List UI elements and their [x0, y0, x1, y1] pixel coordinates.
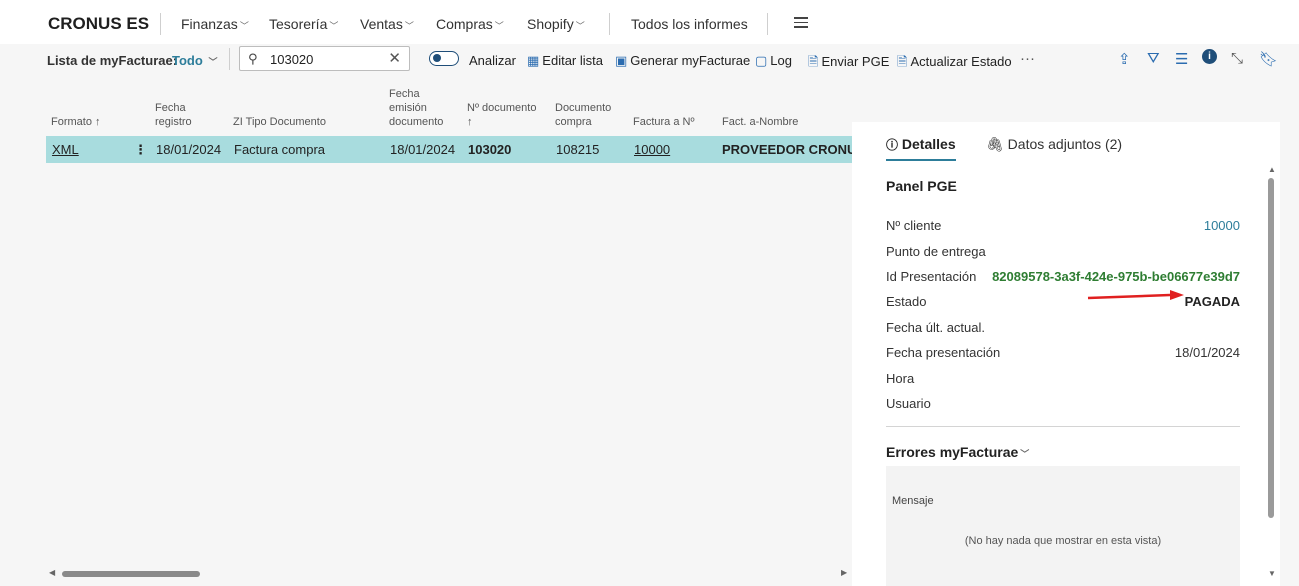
collapse-icon[interactable]: ⤡ — [1231, 50, 1243, 67]
formato-link[interactable]: XML — [52, 142, 79, 157]
scroll-up-arrow[interactable]: ▲ — [1268, 165, 1276, 174]
edit-list-button[interactable]: ▦ Editar lista — [527, 53, 603, 69]
log-button[interactable]: ▢ Log — [755, 53, 792, 69]
panel-title: Panel PGE — [886, 178, 957, 194]
divider — [767, 13, 768, 35]
divider — [886, 426, 1240, 427]
tab-detalles[interactable]: ⓘ Detalles — [886, 136, 956, 153]
action-bar: Lista de myFacturae: Todo ﹀ ⚲ ✕ Analizar… — [0, 44, 1299, 76]
hamburger-menu-icon[interactable] — [794, 17, 808, 31]
label-punto-entrega: Punto de entrega — [886, 244, 986, 259]
value-id-presentacion: 82089578-3a3f-424e-975b-be06677e39d7 — [992, 269, 1240, 284]
company-name[interactable]: CRONUS ES — [48, 14, 149, 34]
update-status-button[interactable]: 🗎 Actualizar Estado — [897, 53, 1012, 75]
col-header-mensaje: Mensaje — [892, 495, 934, 507]
edit-list-icon: ▦ — [527, 53, 540, 68]
col-header-nombre[interactable]: Fact. a-Nombre — [722, 115, 798, 129]
label-fecha-presentacion: Fecha presentación — [886, 345, 1001, 360]
row-menu-icon[interactable]: ⋮ — [134, 142, 147, 158]
vertical-scrollbar-thumb[interactable] — [1268, 178, 1274, 518]
errors-section-header[interactable]: Errores myFacturae ﹀ — [886, 444, 1029, 460]
cell-tipo-documento: Factura compra — [234, 142, 326, 157]
send-document-icon: 🗎 — [808, 54, 819, 69]
filter-dropdown[interactable]: Todo ﹀ — [172, 53, 217, 68]
top-navigation-bar: CRONUS ES Finanzas ﹀ Tesorería ﹀ Ventas ﹀ C… — [0, 0, 1299, 44]
info-icon[interactable]: i — [1202, 49, 1217, 64]
scroll-right-arrow[interactable]: ▶ — [841, 568, 847, 577]
table-row[interactable]: XML ⋮ 18/01/2024 Factura compra 18/01/20… — [46, 136, 867, 163]
label-fecha-ult-actual: Fecha últ. actual. — [886, 320, 985, 335]
value-cliente[interactable]: 10000 — [1204, 218, 1240, 233]
value-fecha-presentacion: 18/01/2024 — [1174, 345, 1240, 360]
clear-search-icon[interactable]: ✕ — [388, 49, 401, 67]
cell-fecha-registro: 18/01/2024 — [156, 142, 222, 157]
filter-icon[interactable]: ⛛ — [1147, 50, 1160, 67]
generate-document-icon: ▣ — [615, 53, 628, 68]
cell-fecha-emision: 18/01/2024 — [390, 142, 456, 157]
chevron-down-icon: ﹀ — [494, 21, 504, 31]
tab-datos-adjuntos[interactable]: 🖇︎ Datos adjuntos (2) — [986, 136, 1122, 153]
details-panel: ⓘ Detalles 🖇︎ Datos adjuntos (2) Panel P… — [852, 122, 1280, 586]
analyze-toggle[interactable] — [429, 51, 459, 66]
chevron-down-icon: ﹀ — [404, 21, 414, 31]
search-icon: ⚲ — [248, 51, 258, 66]
generate-button[interactable]: ▣ Generar myFacturae — [615, 53, 750, 69]
bookmark-icon[interactable]: 🔖︎ — [1259, 50, 1278, 68]
scroll-down-arrow[interactable]: ▼ — [1268, 569, 1276, 578]
cell-nombre: PROVEEDOR CRONU... — [722, 142, 868, 157]
label-hora: Hora — [886, 371, 915, 386]
label-usuario: Usuario — [886, 396, 931, 411]
divider — [229, 48, 230, 70]
col-header-fecha-registro[interactable]: Fecha registro — [155, 101, 210, 129]
active-tab-underline — [886, 159, 956, 161]
list-label: Lista de myFacturae: — [47, 53, 178, 68]
nav-ventas[interactable]: Ventas ﹀ — [360, 16, 414, 32]
col-header-tipo-documento[interactable]: ZI Tipo Documento — [233, 115, 326, 129]
label-estado: Estado — [886, 294, 927, 309]
chevron-down-icon: ﹀ — [575, 21, 585, 31]
chevron-down-icon: ﹀ — [239, 21, 249, 31]
send-pge-button[interactable]: 🗎 Enviar PGE — [808, 53, 889, 75]
update-document-icon: 🗎 — [897, 54, 908, 69]
label-cliente: Nº cliente — [886, 218, 942, 233]
col-header-formato[interactable]: Formato ↑ — [51, 115, 101, 129]
search-box[interactable]: ⚲ ✕ — [239, 46, 410, 71]
cell-factura-a-link[interactable]: 10000 — [634, 142, 670, 157]
chevron-down-icon: ﹀ — [1020, 449, 1030, 459]
nav-shopify[interactable]: Shopify ﹀ — [527, 16, 585, 32]
info-circle-icon: ⓘ — [886, 138, 899, 152]
red-arrow-annotation — [1087, 290, 1184, 300]
divider — [609, 13, 610, 35]
scroll-left-arrow[interactable]: ◀ — [49, 568, 55, 577]
col-header-factura-a[interactable]: Factura a Nº — [633, 115, 694, 129]
chevron-down-icon: ﹀ — [329, 21, 339, 31]
nav-compras[interactable]: Compras ﹀ — [436, 16, 504, 32]
chevron-down-icon: ﹀ — [208, 57, 218, 67]
nav-finanzas[interactable]: Finanzas ﹀ — [181, 16, 249, 32]
errors-list: Mensaje (No hay nada que mostrar en esta… — [886, 466, 1240, 586]
col-header-documento-compra[interactable]: Documento compra — [555, 101, 615, 129]
divider — [160, 13, 161, 35]
label-id-presentacion: Id Presentación — [886, 269, 977, 284]
log-icon: ▢ — [755, 53, 768, 68]
cell-num-documento: 103020 — [468, 142, 512, 157]
col-header-fecha-emision[interactable]: Fecha emisión documento — [389, 87, 449, 129]
nav-tesoreria[interactable]: Tesorería ﹀ — [269, 16, 338, 32]
col-header-num-documento[interactable]: Nº documento ↑ — [467, 101, 542, 129]
value-estado: PAGADA — [1184, 294, 1240, 309]
empty-list-message: (No hay nada que mostrar en esta vista) — [964, 535, 1162, 547]
paperclip-icon: 🖇︎ — [986, 136, 1004, 152]
horizontal-scrollbar-thumb[interactable] — [62, 571, 200, 577]
list-view-icon[interactable]: ☰ — [1175, 50, 1188, 68]
cell-documento-compra: 108215 — [556, 142, 600, 157]
search-input[interactable] — [268, 50, 382, 68]
analyze-label[interactable]: Analizar — [469, 53, 516, 68]
more-actions-button[interactable]: ··· — [1020, 50, 1035, 67]
share-icon[interactable]: ⇪ — [1118, 50, 1131, 68]
nav-todos-informes[interactable]: Todos los informes — [631, 16, 748, 32]
